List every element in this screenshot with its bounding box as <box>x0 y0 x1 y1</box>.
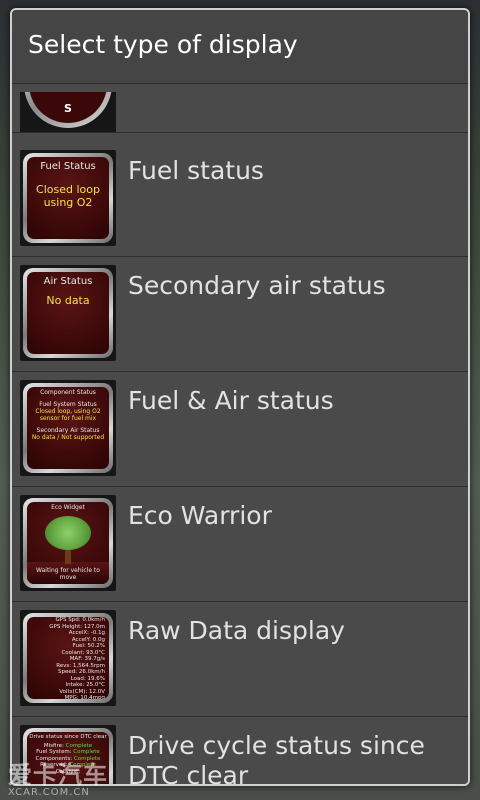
fuel-status-gauge-icon: Fuel Status Closed loop using O2 <box>20 150 116 246</box>
compass-gauge-icon: S <box>20 92 116 132</box>
list-item-label: Fuel & Air status <box>128 386 334 415</box>
list-item-label: Drive cycle status since DTC clear <box>128 731 425 784</box>
raw-data-gauge-icon: GPS Spd: 0.0km/h GPS Height: 127.0m AccelX… <box>20 610 116 706</box>
dtc-status-row: Catalyst: <box>55 768 81 775</box>
list-item-label: Secondary air status <box>128 271 386 300</box>
list-item-label: Eco Warrior <box>128 501 272 530</box>
drive-cycle-gauge-icon: Drive status since DTC clear Misfire: Co… <box>20 725 116 784</box>
raw-data-line: MPG: 10.4mpg <box>64 695 105 699</box>
list-item-compass[interactable]: S <box>12 84 468 133</box>
list-item-fuel-air-status[interactable]: Component Status Fuel System Status Clos… <box>12 372 468 487</box>
list-item-eco-warrior[interactable]: Eco Widget Waiting for vehicle to move E… <box>12 487 468 602</box>
select-display-dialog: Select type of display S Fuel Status Clo… <box>10 8 470 786</box>
dialog-title: Select type of display <box>12 10 468 84</box>
display-type-list[interactable]: S Fuel Status Closed loop using O2 Fuel … <box>12 84 468 784</box>
component-status-gauge-icon: Component Status Fuel System Status Clos… <box>20 380 116 476</box>
air-status-gauge-icon: Air Status No data <box>20 265 116 361</box>
list-item-fuel-status[interactable]: Fuel Status Closed loop using O2 Fuel st… <box>12 142 468 257</box>
list-item-raw-data-display[interactable]: GPS Spd: 0.0km/h GPS Height: 127.0m AccelX… <box>12 602 468 717</box>
list-item-secondary-air-status[interactable]: Air Status No data Secondary air status <box>12 257 468 372</box>
list-item-label: Raw Data display <box>128 616 345 645</box>
list-item-label: Fuel status <box>128 156 264 185</box>
eco-widget-tree-icon: Eco Widget Waiting for vehicle to move <box>20 495 116 591</box>
list-item-drive-cycle-status[interactable]: Drive status since DTC clear Misfire: Co… <box>12 717 468 784</box>
